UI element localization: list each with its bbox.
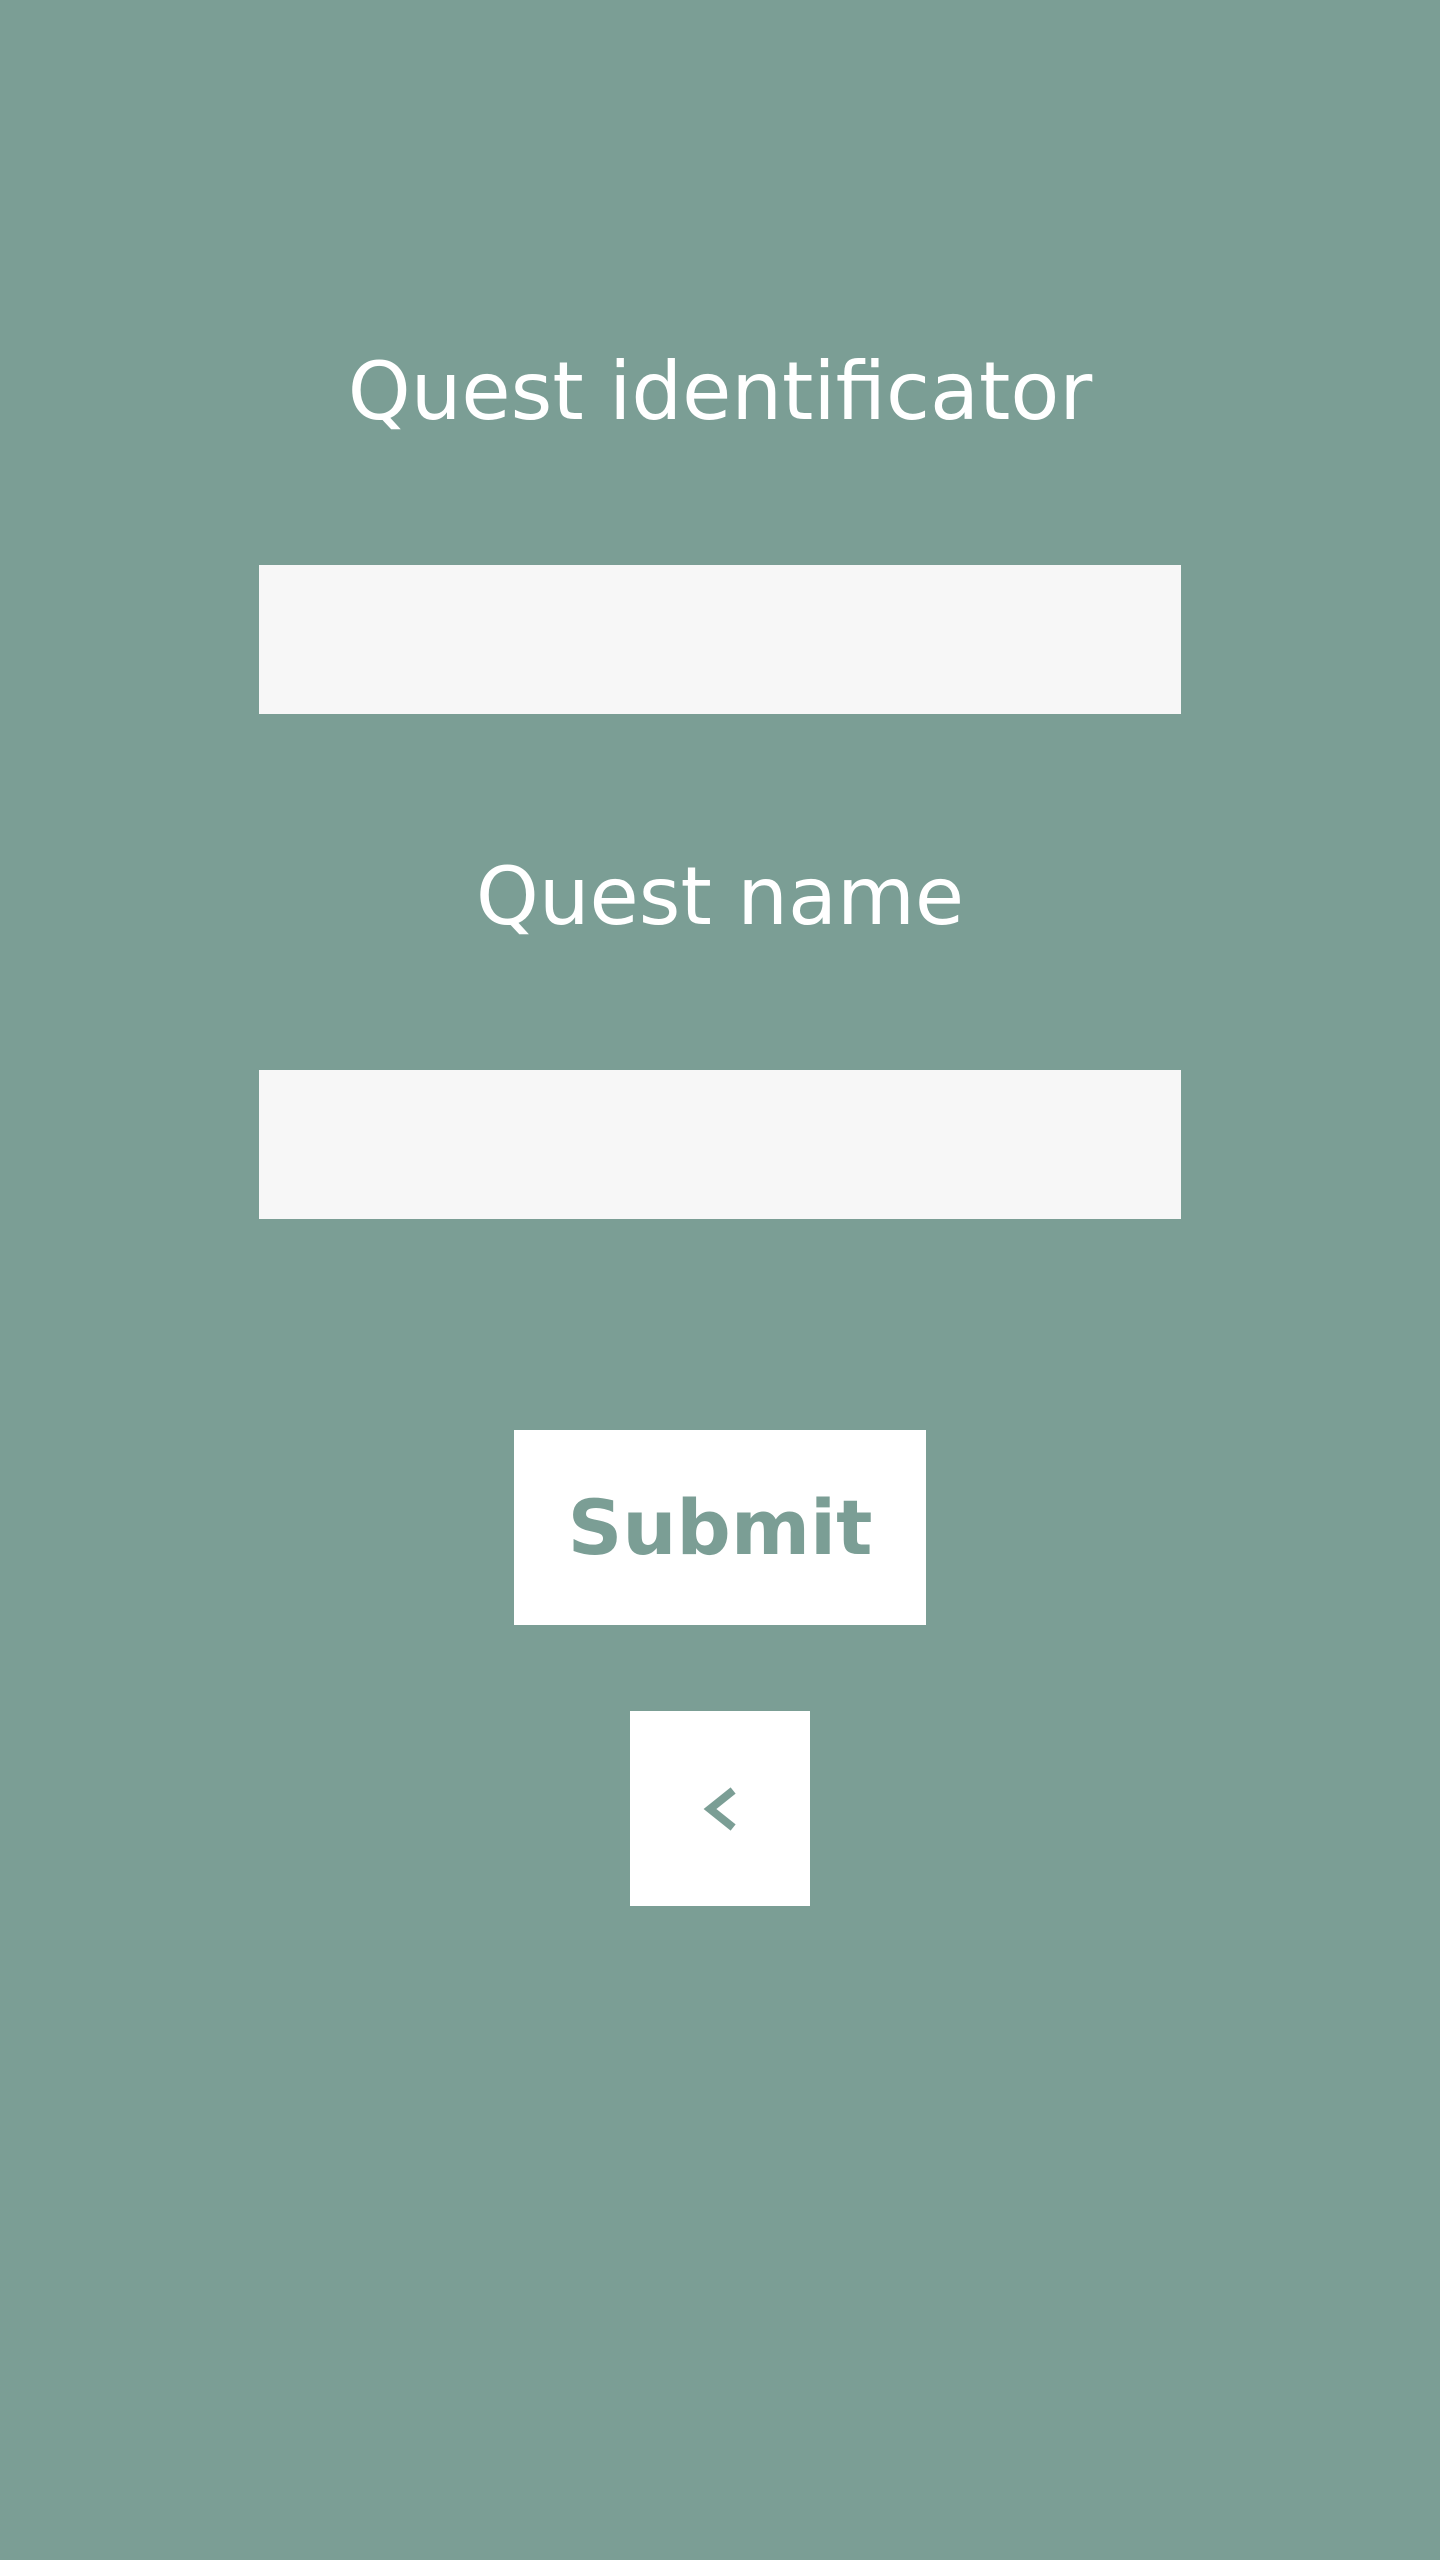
- submit-button-label: Submit: [567, 1483, 873, 1572]
- quest-identificator-label: Quest identificator: [347, 345, 1093, 438]
- quest-name-input[interactable]: [259, 1070, 1181, 1219]
- quest-identificator-input[interactable]: [259, 565, 1181, 714]
- quest-name-label: Quest name: [475, 850, 965, 943]
- submit-button[interactable]: Submit: [514, 1430, 926, 1625]
- back-button[interactable]: [630, 1711, 810, 1906]
- chevron-left-icon: [700, 1786, 740, 1831]
